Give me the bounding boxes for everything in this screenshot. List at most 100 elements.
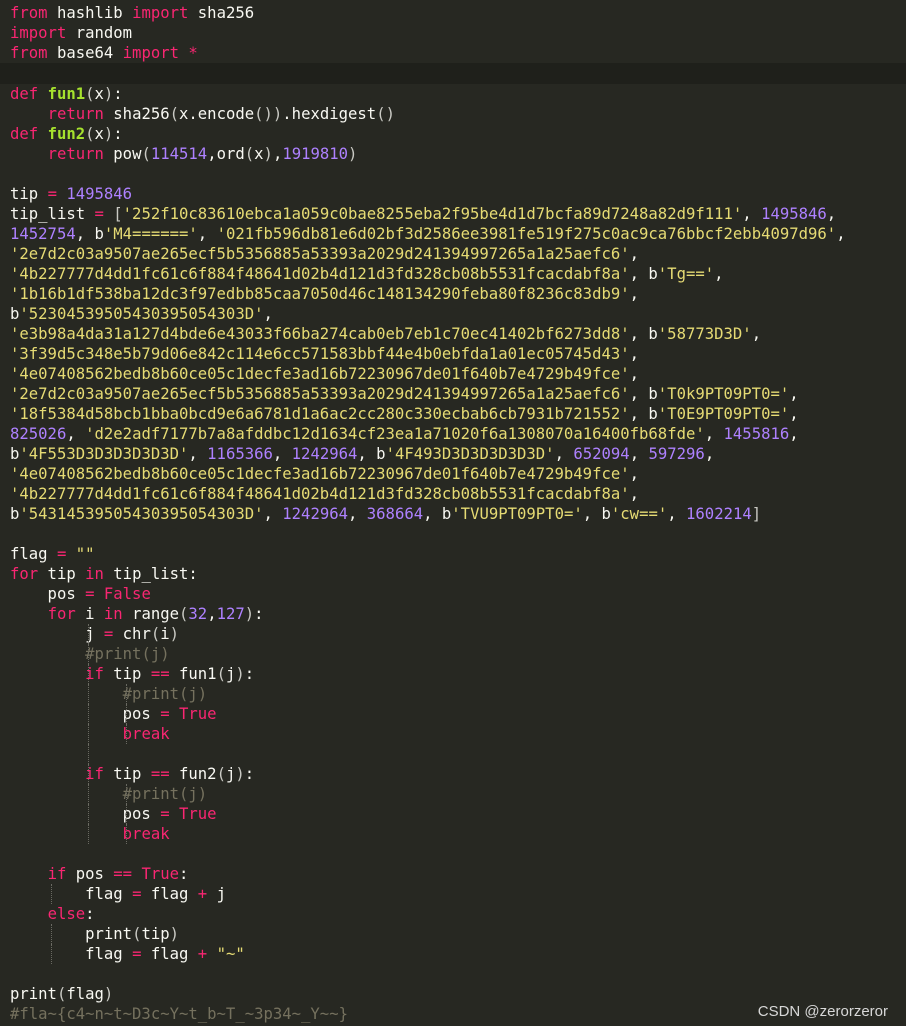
- code-text-token: ,: [629, 485, 640, 503]
- code-line[interactable]: #print(j): [0, 784, 906, 804]
- code-line[interactable]: '4b227777d4dd1fc61c6f884f48641d02b4d121d…: [0, 484, 906, 504]
- code-text-token: ,: [751, 325, 762, 343]
- indent-guide: [88, 704, 90, 724]
- keyword-token: import: [122, 44, 180, 62]
- code-line[interactable]: '4b227777d4dd1fc61c6f884f48641d02b4d121d…: [0, 264, 906, 284]
- operator-token: =: [94, 205, 104, 223]
- keyword-token: def: [10, 125, 39, 143]
- bracket-token: (): [376, 105, 395, 123]
- number-token: 32: [188, 605, 208, 623]
- indent-guide: [125, 804, 127, 824]
- keyword-token: for: [10, 565, 39, 583]
- code-line[interactable]: '3f39d5c348e5b79d06e842c114e6cc571583bbf…: [0, 344, 906, 364]
- number-token: 1242964: [282, 505, 348, 523]
- code-line[interactable]: '2e7d2c03a9507ae265ecf5b5356885a53393a20…: [0, 384, 906, 404]
- code-line[interactable]: flag = flag + j: [0, 884, 906, 904]
- code-line[interactable]: '2e7d2c03a9507ae265ecf5b5356885a53393a20…: [0, 244, 906, 264]
- code-line[interactable]: #print(j): [0, 644, 906, 664]
- code-line[interactable]: [0, 524, 906, 544]
- code-text-token: :: [254, 605, 264, 623]
- code-line[interactable]: for tip in tip_list:: [0, 564, 906, 584]
- bracket-token: ): [103, 985, 114, 1003]
- string-token: 'e3b98a4da31a127d4bde6e43033f66ba274cab0…: [10, 325, 630, 343]
- code-line[interactable]: print(flag): [0, 984, 906, 1004]
- code-line[interactable]: tip_list = ['252f10c83610ebca1a059c0bae8…: [0, 204, 906, 224]
- code-line[interactable]: b'52304539505430395054303D',: [0, 304, 906, 324]
- code-line[interactable]: pos = False: [0, 584, 906, 604]
- code-line[interactable]: 1452754, b'M4======', '021fb596db81e6d02…: [0, 224, 906, 244]
- code-line[interactable]: break: [0, 824, 906, 844]
- code-line[interactable]: return sha256(x.encode()).hexdigest(): [0, 104, 906, 124]
- code-line[interactable]: def fun1(x):: [0, 84, 906, 104]
- code-line[interactable]: flag = "": [0, 544, 906, 564]
- bracket-token: (: [150, 625, 161, 643]
- code-line[interactable]: break: [0, 724, 906, 744]
- code-line[interactable]: else:: [0, 904, 906, 924]
- code-text-token: print: [10, 925, 133, 943]
- indent-guide: [88, 784, 90, 804]
- code-line[interactable]: return pow(114514,ord(x),1919810): [0, 144, 906, 164]
- code-text-token: ,: [272, 445, 292, 463]
- indent-guide: [88, 724, 90, 744]
- bracket-token: ): [348, 145, 358, 163]
- code-line[interactable]: b'54314539505430395054303D', 1242964, 36…: [0, 504, 906, 524]
- bracket-token: (: [85, 125, 95, 143]
- code-line[interactable]: pos = True: [0, 804, 906, 824]
- string-token: '252f10c83610ebca1a059c0bae8255eba2f95be…: [122, 205, 743, 223]
- code-line[interactable]: '4e07408562bedb8b60ce05c1decfe3ad16b7223…: [0, 364, 906, 384]
- code-line[interactable]: from hashlib import sha256: [0, 3, 906, 23]
- code-text-token: ,: [629, 345, 640, 363]
- code-line[interactable]: def fun2(x):: [0, 124, 906, 144]
- code-line[interactable]: if tip == fun2(j):: [0, 764, 906, 784]
- string-token: '4e07408562bedb8b60ce05c1decfe3ad16b7223…: [10, 465, 630, 483]
- code-line[interactable]: flag = flag + "~": [0, 944, 906, 964]
- code-text-token: ,: [207, 605, 217, 623]
- code-text-token: , b: [357, 445, 386, 463]
- code-line[interactable]: pos = True: [0, 704, 906, 724]
- keyword-token: else: [47, 905, 86, 923]
- code-text-token: ,: [263, 505, 283, 523]
- operator-token: ==: [113, 865, 133, 883]
- code-text-token: x: [254, 145, 264, 163]
- code-line[interactable]: import random: [0, 23, 906, 43]
- code-text-token: fun1: [169, 665, 217, 683]
- code-text-token: chr: [113, 625, 151, 643]
- operator-token: =: [160, 805, 170, 823]
- keyword-token: return: [47, 145, 104, 163]
- number-token: 597296: [648, 445, 705, 463]
- code-line[interactable]: [0, 744, 906, 764]
- code-text-token: tip: [38, 565, 86, 583]
- code-line[interactable]: for i in range(32,127):: [0, 604, 906, 624]
- code-line[interactable]: if tip == fun1(j):: [0, 664, 906, 684]
- code-line[interactable]: if pos == True:: [0, 864, 906, 884]
- code-line[interactable]: '4e07408562bedb8b60ce05c1decfe3ad16b7223…: [0, 464, 906, 484]
- code-line[interactable]: j = chr(i): [0, 624, 906, 644]
- code-line[interactable]: [0, 964, 906, 984]
- code-line[interactable]: [0, 164, 906, 184]
- code-line[interactable]: '18f5384d58bcb1bba0bcd9e6a6781d1a6ac2cc2…: [0, 404, 906, 424]
- code-line[interactable]: print(tip): [0, 924, 906, 944]
- code-line[interactable]: '1b16b1df538ba12dc3f97edbb85caa7050d46c1…: [0, 284, 906, 304]
- code-text-token: ,: [742, 205, 762, 223]
- code-text-token: flag: [10, 885, 133, 903]
- code-editor[interactable]: from hashlib import sha256 import random f…: [0, 3, 906, 1023]
- code-line[interactable]: 'e3b98a4da31a127d4bde6e43033f66ba274cab0…: [0, 324, 906, 344]
- code-line[interactable]: #print(j): [0, 684, 906, 704]
- code-line[interactable]: b'4F553D3D3D3D3D3D', 1165366, 1242964, b…: [0, 444, 906, 464]
- code-text-token: base64: [47, 44, 123, 62]
- bracket-token: (: [179, 605, 189, 623]
- code-text-token: j: [225, 765, 236, 783]
- code-text-token: pos: [10, 585, 86, 603]
- code-line[interactable]: from base64 import *: [0, 43, 906, 63]
- code-line[interactable]: [0, 844, 906, 864]
- code-line[interactable]: tip = 1495846: [0, 184, 906, 204]
- code-line[interactable]: 825026, 'd2e2adf7177b7a8afddbc12d1634cf2…: [0, 424, 906, 444]
- code-text-token: random: [66, 24, 133, 42]
- code-text-token: ,: [348, 505, 367, 523]
- code-text-token: hashlib: [47, 4, 133, 22]
- current-line[interactable]: [0, 63, 906, 84]
